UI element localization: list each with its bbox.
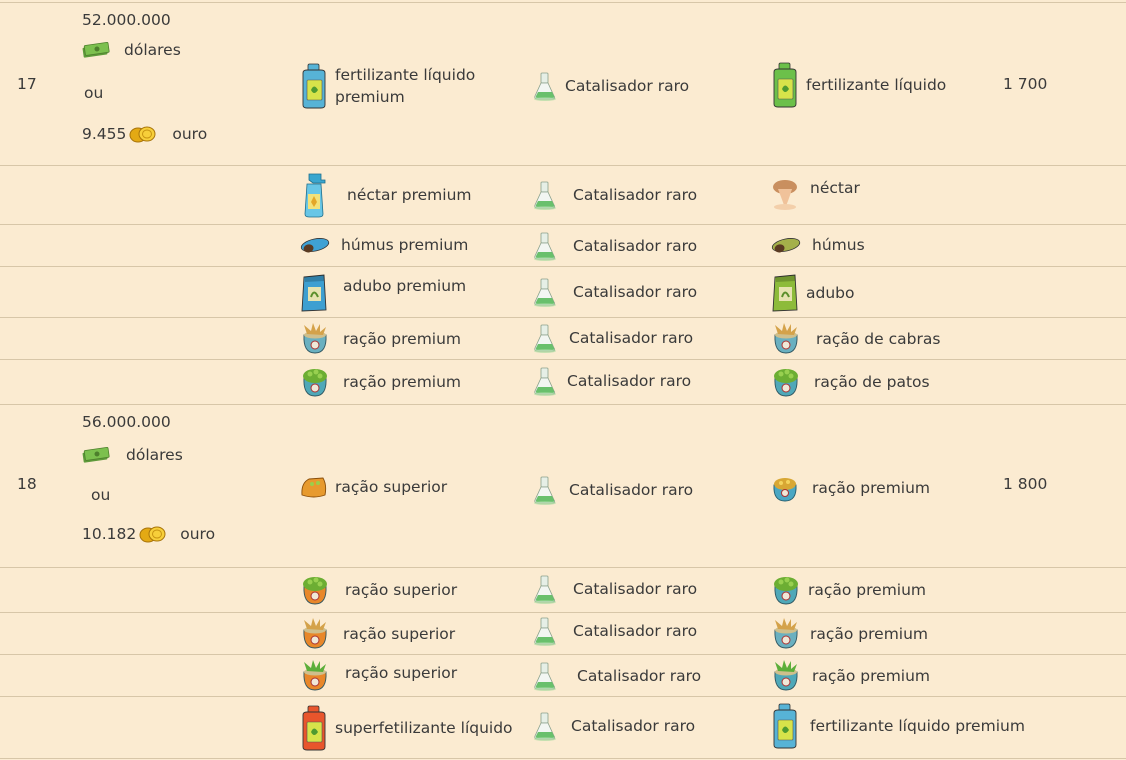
table-row: 17 52.000.000 dólares ou 9.455 ouro fert… [0, 2, 1126, 166]
result-item: néctar [770, 178, 860, 210]
catalyst-flask-icon [531, 711, 559, 741]
result-item: fertilizante líquido premium [770, 703, 1025, 749]
ingredient-b: Catalisador raro [531, 180, 697, 210]
ingredient-b: Catalisador raro [531, 711, 695, 741]
green-jug-icon [770, 62, 800, 108]
result-item: ração premium [770, 574, 926, 606]
gold-label: ouro [172, 125, 208, 143]
spray-bottle-icon [299, 172, 329, 218]
gold-label: ouro [180, 525, 216, 543]
catalyst-flask-icon [531, 180, 559, 210]
ingredient-b: Catalisador raro [531, 277, 697, 307]
table-row: 18 56.000.000 dólares ou 10.182 ouro raç… [0, 404, 1126, 568]
table-row: ração premium Catalisador raro ração de … [0, 317, 1126, 360]
catalyst-flask-icon [531, 323, 559, 353]
catalyst-flask-icon [531, 366, 559, 396]
result-item: húmus [770, 234, 865, 256]
gold-coins-icon [128, 124, 158, 144]
dollar-label: dólares [126, 446, 183, 464]
table-row: húmus premium Catalisador raro húmus [0, 224, 1126, 267]
pea-feed-sack-icon [299, 366, 331, 398]
ingredient-b: Catalisador raro [531, 616, 697, 646]
or-label: ou [84, 84, 104, 102]
table-row: superfetilizante líquido Catalisador rar… [0, 696, 1126, 759]
result-item: adubo [770, 273, 854, 313]
hay-feed-sack-icon [770, 323, 802, 355]
table-row: ração superior Catalisador raro ração pr… [0, 567, 1126, 613]
ingredient-b: Catalisador raro [531, 71, 689, 101]
table-row: néctar premium Catalisador raro néctar [0, 165, 1126, 225]
catalyst-flask-icon [531, 574, 559, 604]
ingredient-a: fertilizante líquido premium [299, 63, 485, 109]
catalyst-flask-icon [531, 277, 559, 307]
ingredient-a: ração superior [299, 475, 447, 499]
humus-icon [770, 236, 802, 254]
orange-feed-sack-icon [299, 574, 331, 606]
ingredient-b: Catalisador raro [531, 475, 693, 505]
ingredient-a: néctar premium [299, 172, 472, 218]
level-number: 17 [17, 75, 37, 93]
result-item: ração de patos [770, 366, 930, 398]
blue-feed-bag-icon [773, 478, 797, 502]
ingredient-a: ração superior [299, 660, 457, 692]
pea-feed-sack-icon [770, 574, 802, 606]
points-value: 1 700 [1003, 75, 1048, 93]
ingredient-a: ração premium [299, 366, 461, 398]
gold-amount: 10.182 [82, 525, 137, 543]
result-item: fertilizante líquido [770, 62, 946, 108]
veggie-feed-orange-icon [299, 660, 331, 692]
pea-feed-sack-icon [770, 366, 802, 398]
result-item: ração premium [770, 618, 928, 650]
blue-jug-icon [299, 63, 329, 109]
result-item: ração premium [770, 473, 930, 503]
ingredient-b: Catalisador raro [531, 661, 701, 691]
dollar-amount: 56.000.000 [82, 413, 171, 431]
table-row: ração superior Catalisador raro ração pr… [0, 612, 1126, 655]
ingredient-b: Catalisador raro [531, 231, 697, 261]
orange-jug-icon [299, 705, 329, 751]
result-item: ração premium [770, 660, 930, 692]
orange-feed-bag-icon [301, 477, 327, 498]
catalyst-flask-icon [531, 616, 559, 646]
humus-premium-icon [299, 236, 331, 254]
catalyst-flask-icon [531, 231, 559, 261]
ingredient-a: húmus premium [299, 234, 468, 256]
gold-coins-icon [138, 524, 168, 544]
ingredient-b: Catalisador raro [531, 366, 691, 396]
hay-feed-sack-icon [770, 618, 802, 650]
table-row: ração superior Catalisador raro ração pr… [0, 654, 1126, 697]
table-row: adubo premium Catalisador raro adubo [0, 266, 1126, 318]
ingredient-a: ração premium [299, 323, 461, 355]
hay-feed-orange-icon [299, 618, 331, 650]
ingredient-a: ração superior [299, 618, 455, 650]
hay-feed-sack-icon [299, 323, 331, 355]
table-row: ração premium Catalisador raro ração de … [0, 359, 1126, 405]
blue-jug-icon [770, 703, 800, 749]
ingredient-a: ração superior [299, 574, 457, 606]
ingredient-b: Catalisador raro [531, 323, 693, 353]
green-fertilizer-bag-icon [770, 273, 800, 313]
veggie-feed-blue-icon [770, 660, 802, 692]
dollar-label: dólares [124, 41, 181, 59]
result-item: ração de cabras [770, 323, 940, 355]
ingredient-a: superfetilizante líquido [299, 705, 513, 751]
catalyst-flask-icon [531, 661, 559, 691]
nectar-drop-icon [770, 178, 800, 210]
gold-amount: 9.455 [82, 125, 127, 143]
dollar-amount: 52.000.000 [82, 11, 171, 29]
catalyst-flask-icon [531, 475, 559, 505]
ingredient-a: adubo premium [299, 273, 466, 313]
ingredient-b: Catalisador raro [531, 574, 697, 604]
catalyst-flask-icon [531, 71, 559, 101]
level-number: 18 [17, 475, 37, 493]
cash-icon [82, 447, 110, 463]
blue-fertilizer-bag-icon [299, 273, 329, 313]
cash-icon [82, 42, 110, 58]
or-label: ou [91, 486, 111, 504]
points-value: 1 800 [1003, 475, 1048, 493]
